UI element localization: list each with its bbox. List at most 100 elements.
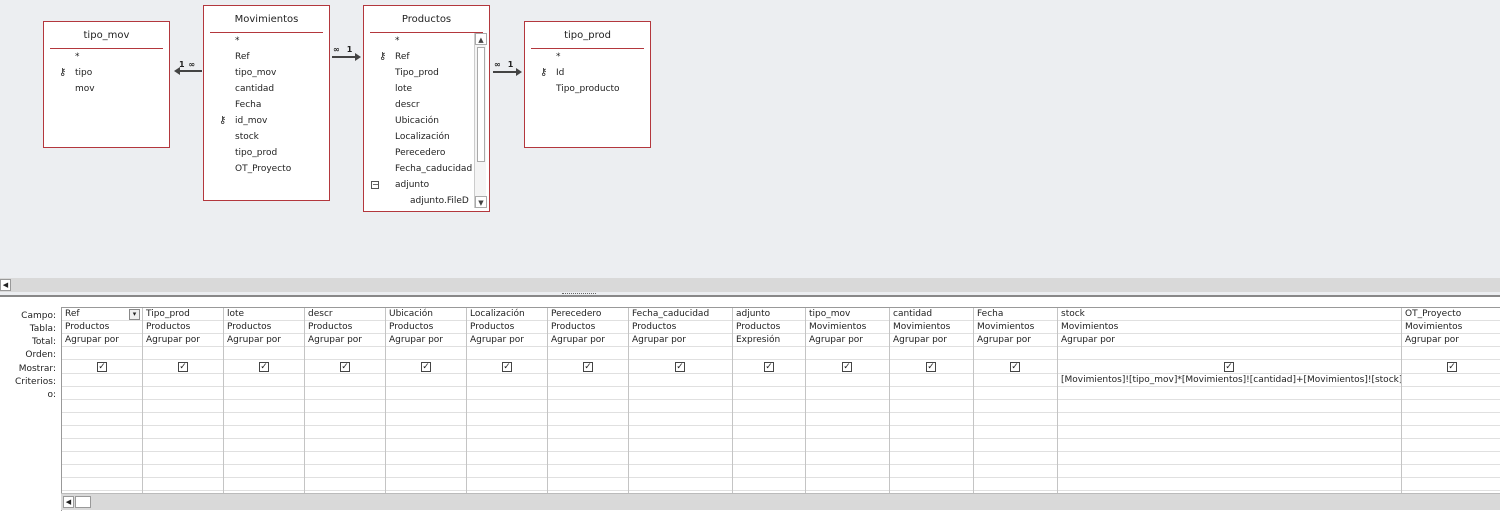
grid-cell-tabla[interactable]: Productos xyxy=(143,321,223,334)
table-scrollbar[interactable]: ▲ ▼ xyxy=(474,33,487,208)
grid-cell-o[interactable] xyxy=(806,387,889,400)
grid-cell-empty[interactable] xyxy=(806,413,889,426)
grid-cell-empty[interactable] xyxy=(467,439,547,452)
grid-cell-o[interactable] xyxy=(629,387,732,400)
grid-cell-empty[interactable] xyxy=(143,478,223,491)
grid-cell-empty[interactable] xyxy=(974,426,1057,439)
dropdown-icon[interactable]: ▾ xyxy=(129,309,140,320)
checkbox-checked-icon[interactable]: ✓ xyxy=(1224,362,1234,372)
grid-cell-o[interactable] xyxy=(224,387,304,400)
grid-cell-empty[interactable] xyxy=(224,465,304,478)
field-item[interactable]: * xyxy=(44,49,169,65)
grid-cell-empty[interactable] xyxy=(62,465,142,478)
grid-cell-empty[interactable] xyxy=(974,400,1057,413)
grid-cell-mostrar[interactable]: ✓ xyxy=(733,360,805,374)
grid-cell-campo[interactable]: Perecedero xyxy=(548,308,628,321)
grid-cell-mostrar[interactable]: ✓ xyxy=(386,360,466,374)
grid-cell-empty[interactable] xyxy=(386,400,466,413)
grid-cell-mostrar[interactable]: ✓ xyxy=(224,360,304,374)
scroll-thumb[interactable] xyxy=(477,47,485,162)
grid-cell-o[interactable] xyxy=(386,387,466,400)
grid-cell-empty[interactable] xyxy=(467,413,547,426)
grid-cell-mostrar[interactable]: ✓ xyxy=(1402,360,1500,374)
grid-cell-campo[interactable]: Fecha_caducidad xyxy=(629,308,732,321)
grid-cell-o[interactable] xyxy=(62,387,142,400)
grid-cell-empty[interactable] xyxy=(467,478,547,491)
grid-cell-criterios[interactable] xyxy=(629,374,732,387)
field-item[interactable]: Ref xyxy=(204,49,329,65)
grid-cell-orden[interactable] xyxy=(733,347,805,360)
grid-cell-empty[interactable] xyxy=(224,478,304,491)
grid-cell-empty[interactable] xyxy=(629,413,732,426)
grid-cell-empty[interactable] xyxy=(890,452,973,465)
grid-cell-empty[interactable] xyxy=(62,439,142,452)
field-item[interactable]: Tipo_prod xyxy=(364,65,489,81)
grid-cell-campo[interactable]: Localización xyxy=(467,308,547,321)
grid-cell-empty[interactable] xyxy=(386,439,466,452)
grid-cell-empty[interactable] xyxy=(1058,426,1401,439)
grid-cell-tabla[interactable]: Movimientos xyxy=(974,321,1057,334)
checkbox-checked-icon[interactable]: ✓ xyxy=(259,362,269,372)
grid-cell-empty[interactable] xyxy=(548,478,628,491)
grid-cell-empty[interactable] xyxy=(806,452,889,465)
grid-cell-mostrar[interactable]: ✓ xyxy=(890,360,973,374)
grid-cell-empty[interactable] xyxy=(890,478,973,491)
grid-cell-empty[interactable] xyxy=(806,426,889,439)
grid-cell-empty[interactable] xyxy=(548,452,628,465)
grid-cell-empty[interactable] xyxy=(629,452,732,465)
grid-cell-empty[interactable] xyxy=(733,439,805,452)
grid-cell-empty[interactable] xyxy=(733,413,805,426)
grid-cell-empty[interactable] xyxy=(890,400,973,413)
grid-cell-criterios[interactable] xyxy=(62,374,142,387)
table-title[interactable]: Productos xyxy=(370,6,483,33)
grid-cell-tabla[interactable]: Movimientos xyxy=(806,321,889,334)
grid-cell-empty[interactable] xyxy=(143,400,223,413)
grid-cell-empty[interactable] xyxy=(1058,400,1401,413)
grid-cell-empty[interactable] xyxy=(1058,413,1401,426)
grid-cell-empty[interactable] xyxy=(1402,426,1500,439)
grid-cell-empty[interactable] xyxy=(548,413,628,426)
grid-cell-empty[interactable] xyxy=(305,413,385,426)
grid-cell-campo[interactable]: descr xyxy=(305,308,385,321)
grid-cell-empty[interactable] xyxy=(890,413,973,426)
field-item[interactable]: ⚷ Id xyxy=(525,65,650,81)
table-title[interactable]: tipo_mov xyxy=(50,22,163,49)
grid-cell-empty[interactable] xyxy=(386,452,466,465)
grid-cell-o[interactable] xyxy=(890,387,973,400)
scroll-left-icon[interactable]: ◀ xyxy=(0,279,11,291)
grid-cell-orden[interactable] xyxy=(890,347,973,360)
checkbox-checked-icon[interactable]: ✓ xyxy=(502,362,512,372)
grid-cell-o[interactable] xyxy=(733,387,805,400)
grid-cell-orden[interactable] xyxy=(1058,347,1401,360)
grid-cell-mostrar[interactable]: ✓ xyxy=(62,360,142,374)
grid-cell-empty[interactable] xyxy=(143,426,223,439)
grid-cell-empty[interactable] xyxy=(386,478,466,491)
grid-cell-empty[interactable] xyxy=(974,465,1057,478)
grid-cell-total[interactable]: Agrupar por xyxy=(890,334,973,347)
grid-cell-empty[interactable] xyxy=(974,478,1057,491)
grid-cell-empty[interactable] xyxy=(1402,465,1500,478)
grid-cell-orden[interactable] xyxy=(386,347,466,360)
grid-cell-tabla[interactable]: Productos xyxy=(733,321,805,334)
relation-line[interactable] xyxy=(332,56,355,58)
field-item[interactable]: Fecha_caducidad xyxy=(364,161,489,177)
grid-cell-campo[interactable]: lote xyxy=(224,308,304,321)
scroll-thumb[interactable] xyxy=(75,496,91,508)
grid-cell-empty[interactable] xyxy=(62,413,142,426)
grid-cell-empty[interactable] xyxy=(806,465,889,478)
splitter-grip[interactable] xyxy=(562,293,596,295)
grid-cell-empty[interactable] xyxy=(1402,478,1500,491)
grid-cell-empty[interactable] xyxy=(890,426,973,439)
grid-cell-tabla[interactable]: Productos xyxy=(629,321,732,334)
grid-cell-orden[interactable] xyxy=(143,347,223,360)
grid-cell-campo[interactable]: tipo_mov xyxy=(806,308,889,321)
grid-cell-empty[interactable] xyxy=(143,439,223,452)
grid-cell-empty[interactable] xyxy=(890,465,973,478)
checkbox-checked-icon[interactable]: ✓ xyxy=(1010,362,1020,372)
grid-cell-o[interactable] xyxy=(974,387,1057,400)
grid-cell-orden[interactable] xyxy=(974,347,1057,360)
grid-cell-campo[interactable]: Ubicación xyxy=(386,308,466,321)
grid-cell-orden[interactable] xyxy=(1402,347,1500,360)
grid-cell-empty[interactable] xyxy=(62,400,142,413)
grid-cell-mostrar[interactable]: ✓ xyxy=(467,360,547,374)
